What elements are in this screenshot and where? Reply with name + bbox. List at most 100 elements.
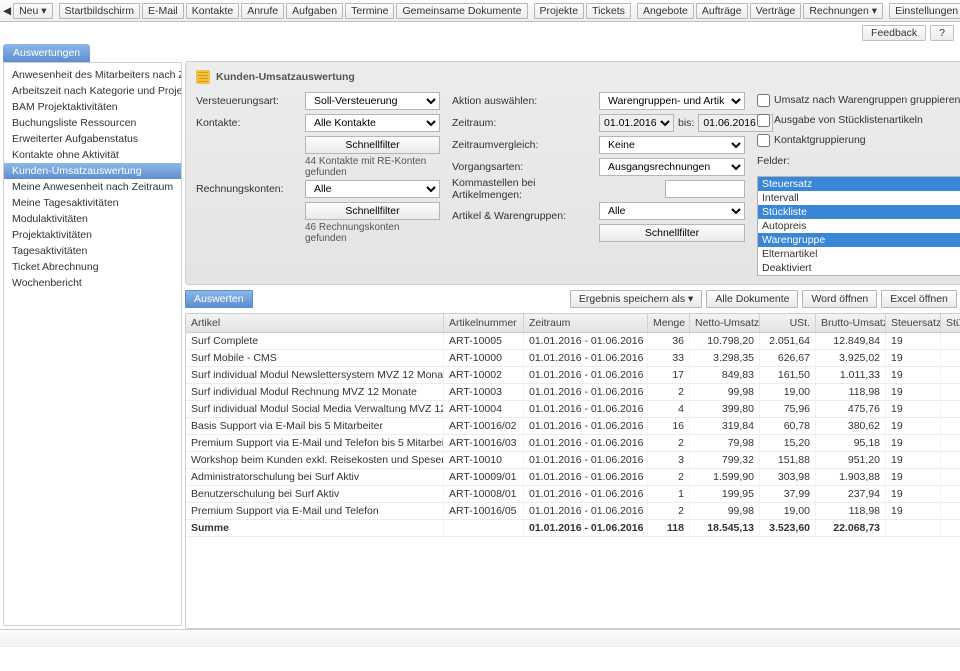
label-felder: Felder: bbox=[757, 152, 960, 170]
sidebar-item[interactable]: Wochenbericht bbox=[4, 275, 181, 291]
column-header[interactable]: Brutto-Umsatz bbox=[816, 314, 886, 332]
menu-einstellungen[interactable]: Einstellungen bbox=[889, 3, 960, 19]
table-row[interactable]: Benutzerschulung bei Surf AktivART-10008… bbox=[186, 486, 960, 503]
sidebar-item[interactable]: Kontakte ohne Aktivität bbox=[4, 147, 181, 163]
sub-bar: Feedback ? bbox=[0, 22, 960, 44]
column-header[interactable]: Menge bbox=[648, 314, 690, 332]
menu-aufgaben[interactable]: Aufgaben bbox=[286, 3, 343, 19]
sidebar-item[interactable]: Arbeitszeit nach Kategorie und Projekt bbox=[4, 83, 181, 99]
feld-option[interactable]: Elternartikel bbox=[758, 247, 960, 261]
hint-rechnungskonten: 46 Rechnungskonten gefunden bbox=[305, 224, 440, 242]
column-header[interactable]: Zeitraum bbox=[524, 314, 648, 332]
select-vorgangsarten[interactable]: Ausgangsrechnungen bbox=[599, 158, 745, 176]
nav-prev-icon[interactable]: ◀ bbox=[3, 4, 11, 18]
select-kontakte[interactable]: Alle Kontakte bbox=[305, 114, 440, 132]
menu-angebote[interactable]: Angebote bbox=[637, 3, 694, 19]
select-versteuerungsart[interactable]: Soll-Versteuerung bbox=[305, 92, 440, 110]
tab-auswertungen[interactable]: Auswertungen bbox=[3, 44, 90, 62]
column-header[interactable]: Artikelnummer bbox=[444, 314, 524, 332]
label-versteuerungsart: Versteuerungsart: bbox=[196, 92, 293, 110]
feld-option[interactable]: Intervall bbox=[758, 191, 960, 205]
grid-header: ArtikelArtikelnummerZeitraumMengeNetto-U… bbox=[186, 314, 960, 333]
ergebnis-speichern-button[interactable]: Ergebnis speichern als ▾ bbox=[570, 290, 702, 308]
select-artikel-warengruppen[interactable]: Alle bbox=[599, 202, 745, 220]
menu-email[interactable]: E-Mail bbox=[142, 3, 184, 19]
menu-vertraege[interactable]: Verträge bbox=[750, 3, 802, 19]
column-header[interactable]: Stückliste bbox=[941, 314, 960, 332]
sidebar-item[interactable]: Buchungsliste Ressourcen bbox=[4, 115, 181, 131]
status-bar bbox=[0, 629, 960, 647]
feld-option[interactable]: Warengruppe bbox=[758, 233, 960, 247]
menu-anrufe[interactable]: Anrufe bbox=[241, 3, 284, 19]
column-header[interactable]: Artikel bbox=[186, 314, 444, 332]
table-row[interactable]: Surf CompleteART-1000501.01.2016 - 01.06… bbox=[186, 333, 960, 350]
label-zeitraum: Zeitraum: bbox=[452, 114, 587, 132]
table-row[interactable]: Surf individual Modul Social Media Verwa… bbox=[186, 401, 960, 418]
sum-row: Summe01.01.2016 - 01.06.201611818.545,13… bbox=[186, 520, 960, 537]
menu-gemeinsame-dokumente[interactable]: Gemeinsame Dokumente bbox=[396, 3, 527, 19]
label-kontakte: Kontakte: bbox=[196, 114, 293, 132]
select-aktion[interactable]: Warengruppen- und Artikelauswertung bbox=[599, 92, 745, 110]
feld-option[interactable]: Stückliste bbox=[758, 205, 960, 219]
schnellfilter-rechnungskonten-button[interactable]: Schnellfilter bbox=[305, 202, 440, 220]
felder-listbox[interactable]: SteuersatzIntervallStücklisteAutopreisWa… bbox=[757, 176, 960, 276]
table-row[interactable]: Premium Support via E-Mail und Telefon b… bbox=[186, 435, 960, 452]
menu-kontakte[interactable]: Kontakte bbox=[186, 3, 239, 19]
schnellfilter-artikel-button[interactable]: Schnellfilter bbox=[599, 224, 745, 242]
label-artikel-warengruppen: Artikel & Warengruppen: bbox=[452, 202, 587, 230]
select-zeitraumvergleich[interactable]: Keine bbox=[599, 136, 745, 154]
sidebar-item[interactable]: Tagesaktivitäten bbox=[4, 243, 181, 259]
hint-kontakte: 44 Kontakte mit RE-Konten gefunden bbox=[305, 158, 440, 176]
table-row[interactable]: Premium Support via E-Mail und TelefonAR… bbox=[186, 503, 960, 520]
table-row[interactable]: Surf Mobile - CMSART-1000001.01.2016 - 0… bbox=[186, 350, 960, 367]
sidebar-item[interactable]: Meine Anwesenheit nach Zeitraum bbox=[4, 179, 181, 195]
feld-option[interactable]: Autopreis bbox=[758, 219, 960, 233]
select-rechnungskonten[interactable]: Alle bbox=[305, 180, 440, 198]
help-button[interactable]: ? bbox=[930, 25, 954, 41]
feedback-button[interactable]: Feedback bbox=[862, 25, 926, 41]
input-kommastellen[interactable] bbox=[665, 180, 745, 198]
date-from[interactable]: 01.01.2016 bbox=[599, 114, 674, 132]
report-icon bbox=[196, 70, 210, 84]
sidebar-item[interactable]: Erweiterter Aufgabenstatus bbox=[4, 131, 181, 147]
label-kommastellen: Kommastellen bei Artikelmengen: bbox=[452, 180, 587, 198]
word-oeffnen-button[interactable]: Word öffnen bbox=[802, 290, 877, 308]
menu-termine[interactable]: Termine bbox=[345, 3, 394, 19]
label-vorgangsarten: Vorgangsarten: bbox=[452, 158, 587, 176]
cb-kontaktgruppierung[interactable] bbox=[757, 134, 770, 147]
column-header[interactable]: Steuersatz bbox=[886, 314, 941, 332]
sidebar-item[interactable]: Modulaktivitäten bbox=[4, 211, 181, 227]
column-header[interactable]: Netto-Umsatz bbox=[690, 314, 760, 332]
schnellfilter-kontakte-button[interactable]: Schnellfilter bbox=[305, 136, 440, 154]
table-row[interactable]: Surf individual Modul Rechnung MVZ 12 Mo… bbox=[186, 384, 960, 401]
feld-option[interactable]: Deaktiviert bbox=[758, 261, 960, 275]
menu-neu[interactable]: Neu ▾ bbox=[13, 3, 52, 19]
menu-auftraege[interactable]: Aufträge bbox=[696, 3, 748, 19]
feld-option[interactable]: Steuersatz bbox=[758, 177, 960, 191]
alle-dokumente-button[interactable]: Alle Dokumente bbox=[706, 290, 798, 308]
sidebar-item[interactable]: Ticket Abrechnung bbox=[4, 259, 181, 275]
main-menubar: ◀ Neu ▾ Startbildschirm E-Mail Kontakte … bbox=[0, 0, 960, 22]
sidebar-item[interactable]: Projektaktivitäten bbox=[4, 227, 181, 243]
menu-startbildschirm[interactable]: Startbildschirm bbox=[59, 3, 140, 19]
action-bar: Auswerten Ergebnis speichern als ▾ Alle … bbox=[185, 289, 960, 309]
menu-tickets[interactable]: Tickets bbox=[586, 3, 631, 19]
cb-stuecklistenartikel[interactable] bbox=[757, 114, 770, 127]
auswerten-button[interactable]: Auswerten bbox=[185, 290, 253, 308]
cb-umsatz-gruppieren[interactable] bbox=[757, 94, 770, 107]
table-row[interactable]: Basis Support via E-Mail bis 5 Mitarbeit… bbox=[186, 418, 960, 435]
label-zeitraumvergleich: Zeitraumvergleich: bbox=[452, 136, 587, 154]
sidebar-item[interactable]: Kunden-Umsatzauswertung bbox=[4, 163, 181, 179]
report-list: Anwesenheit des Mitarbeiters nach Zeitra… bbox=[3, 62, 182, 626]
menu-projekte[interactable]: Projekte bbox=[534, 3, 585, 19]
excel-oeffnen-button[interactable]: Excel öffnen bbox=[881, 290, 957, 308]
table-row[interactable]: Surf individual Modul Newslettersystem M… bbox=[186, 367, 960, 384]
sidebar-item[interactable]: Meine Tagesaktivitäten bbox=[4, 195, 181, 211]
sidebar-item[interactable]: Anwesenheit des Mitarbeiters nach Zeitra… bbox=[4, 67, 181, 83]
menu-rechnungen[interactable]: Rechnungen ▾ bbox=[803, 3, 883, 19]
filter-panel: Kunden-Umsatzauswertung Versteuerungsart… bbox=[185, 61, 960, 285]
sidebar-item[interactable]: BAM Projektaktivitäten bbox=[4, 99, 181, 115]
column-header[interactable]: USt. bbox=[760, 314, 816, 332]
table-row[interactable]: Administratorschulung bei Surf AktivART-… bbox=[186, 469, 960, 486]
table-row[interactable]: Workshop beim Kunden exkl. Reisekosten u… bbox=[186, 452, 960, 469]
